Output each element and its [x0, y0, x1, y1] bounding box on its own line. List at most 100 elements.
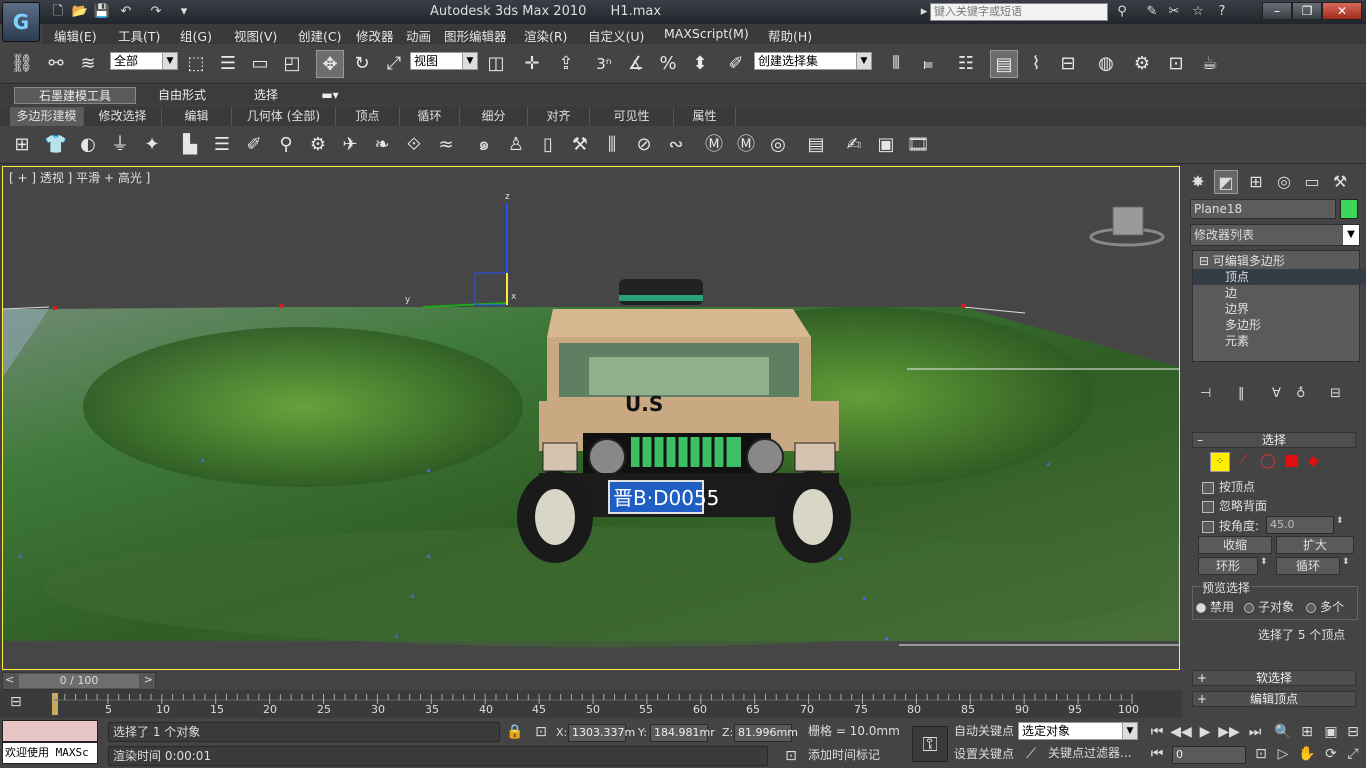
menu-help[interactable]: 帮助(H) [768, 26, 812, 45]
subtab-visibility[interactable]: 可见性 [590, 107, 674, 126]
ring-spinner-icon[interactable]: ⬍ [1260, 557, 1268, 567]
y-coordinate-field[interactable]: 184.981mr [650, 724, 715, 742]
pin-stack-icon[interactable]: ⊣ [1200, 386, 1211, 401]
tab-graphite-modeling-tools[interactable]: 石墨建模工具 [14, 87, 136, 104]
object-name-input[interactable]: Plane18 [1190, 199, 1336, 219]
redo-icon[interactable]: ↷ [146, 3, 166, 21]
loop-spinner-icon[interactable]: ⬍ [1342, 557, 1350, 567]
align-icon[interactable]: ⫢ [914, 50, 942, 78]
zoom-extents-icon[interactable]: ▣ [1320, 722, 1342, 742]
stack-icon[interactable]: ⊞ [8, 131, 36, 159]
time-slider[interactable]: < 0 / 100 > [2, 672, 156, 690]
key-filters-button[interactable]: 关键点过滤器... [1044, 744, 1140, 764]
subtab-vertices[interactable]: 顶点 [336, 107, 400, 126]
modify-tab-icon[interactable]: ◩ [1214, 170, 1238, 194]
time-tag-icon[interactable]: ⊡ [780, 746, 802, 766]
ignore-backfacing-checkbox[interactable]: 忽略背面 [1202, 497, 1267, 514]
document-icon[interactable]: ▤ [802, 131, 830, 159]
time-slider-prev-icon[interactable]: < [5, 673, 14, 686]
perspective-viewport[interactable]: z y x U.S 晋B·D0055 [+] 透视] 平滑 + 高光] [2, 166, 1180, 670]
create-tab-icon[interactable]: ✸ [1186, 170, 1210, 194]
edit-vertices-rollout-title[interactable]: + 编辑顶点 [1192, 691, 1356, 707]
stack-item-element[interactable]: 元素 [1193, 333, 1366, 349]
magnet-icon[interactable]: ⚲ [272, 131, 300, 159]
mirror-icon[interactable]: ⫴ [882, 50, 910, 78]
vehicle-roof[interactable] [547, 309, 811, 337]
render-image-icon[interactable]: ▣ [872, 131, 900, 159]
swirl-icon[interactable]: ๑ [470, 131, 498, 159]
make-unique-icon[interactable]: ∀ [1272, 386, 1281, 401]
stack-item-border[interactable]: 边界 [1193, 301, 1366, 317]
soft-selection-rollout-title[interactable]: + 软选择 [1192, 670, 1356, 686]
hammer-icon[interactable]: ⚒ [566, 131, 594, 159]
rendered-frame-window-icon[interactable]: ⊡ [1162, 50, 1190, 78]
x-coordinate-field[interactable]: 1303.337m [568, 724, 635, 742]
stack-root-editable-poly[interactable]: ⊟ 可编辑多边形 [1193, 253, 1365, 269]
communication-center-icon[interactable]: ✎ [1142, 3, 1162, 21]
menu-modifiers[interactable]: 修改器 [356, 26, 394, 45]
wave-icon[interactable]: ≈ [432, 131, 460, 159]
preview-multi-radio[interactable]: 多个 [1306, 598, 1344, 615]
menu-create[interactable]: 创建(C) [298, 26, 341, 45]
select-manipulate-icon[interactable]: ✛ [518, 50, 546, 78]
curve-icon[interactable]: ∾ [662, 131, 690, 159]
hierarchy-tab-icon[interactable]: ⊞ [1244, 170, 1268, 194]
percent-snap-icon[interactable]: % [654, 50, 682, 78]
add-time-tag-button[interactable]: 添加时间标记 [804, 746, 904, 766]
undo-icon[interactable]: ↶ [116, 3, 136, 21]
maxscript-listener-mini[interactable] [2, 720, 98, 742]
menu-edit[interactable]: 编辑(E) [54, 26, 97, 45]
curve-editor-icon[interactable]: ⌇ [1022, 50, 1050, 78]
subtab-modify-selection[interactable]: 修改选择 [84, 107, 162, 126]
field-of-view-icon[interactable]: ▷ [1272, 744, 1294, 764]
time-slider-next-icon[interactable]: > [144, 673, 153, 686]
motion-tab-icon[interactable]: ◎ [1272, 170, 1296, 194]
restore-button[interactable]: ❐ [1292, 2, 1322, 20]
figure-icon[interactable]: ♙ [502, 131, 530, 159]
circle-slash-icon[interactable]: ⊘ [630, 131, 658, 159]
set-key-button[interactable]: 设置关键点 [950, 745, 1018, 765]
search-input[interactable]: 键入关键字或短语 [930, 3, 1108, 21]
by-angle-checkbox[interactable]: 按角度: [1202, 517, 1259, 534]
menu-maxscript[interactable]: MAXScript(M) [664, 26, 749, 41]
star-icon[interactable]: ✦ [138, 131, 166, 159]
select-and-link-icon[interactable]: ⛓ [8, 50, 36, 78]
morph-icon[interactable]: Ⓜ [700, 131, 728, 159]
minimize-button[interactable]: – [1262, 2, 1292, 20]
leaf-icon[interactable]: ❧ [368, 131, 396, 159]
reference-coordinate-dropdown[interactable]: 视图 ▼ [410, 52, 478, 70]
utilities-tab-icon[interactable]: ⚒ [1328, 170, 1352, 194]
element-mode-icon[interactable]: ◆ [1308, 453, 1319, 469]
spare-tire[interactable] [619, 279, 703, 305]
vertex-mode-icon[interactable]: ⁘ [1210, 452, 1230, 472]
menu-tools[interactable]: 工具(T) [118, 26, 160, 45]
keyboard-shortcut-override-icon[interactable]: ⇪ [552, 50, 580, 78]
open-file-icon[interactable]: 📂 [70, 3, 90, 21]
paper-icon[interactable]: ▯ [534, 131, 562, 159]
tab-freeform[interactable]: 自由形式 [142, 87, 222, 104]
next-frame-icon[interactable]: ▶▶ [1218, 722, 1240, 742]
spiral-icon[interactable]: ◎ [764, 131, 792, 159]
track-bar[interactable]: ⊟ 5 10 15 20 25 30 35 40 45 50 55 60 65 … [0, 690, 1182, 718]
tab-selection[interactable]: 选择 [236, 87, 296, 104]
object-color-swatch[interactable] [1340, 199, 1358, 219]
app-menu-logo-icon[interactable]: G [2, 2, 40, 42]
favorites-star-icon[interactable]: ☆ [1188, 3, 1208, 21]
menu-rendering[interactable]: 渲染(R) [524, 26, 567, 45]
sphere-icon[interactable]: ◐ [74, 131, 102, 159]
layer-manager-icon[interactable]: ☷ [952, 50, 980, 78]
save-icon[interactable]: 💾 [92, 3, 112, 21]
stack-item-vertex[interactable]: 顶点 [1193, 269, 1366, 285]
pin-stack-icon[interactable]: ⏚ [106, 131, 134, 159]
named-selection-sets-dropdown[interactable]: 创建选择集 ▼ [754, 52, 872, 70]
gear-icon[interactable]: ⚙ [304, 131, 332, 159]
loop-button[interactable]: 循环 [1276, 557, 1340, 575]
pivot-center-icon[interactable]: ◫ [482, 50, 510, 78]
subtab-geometry-all[interactable]: 几何体 (全部) [232, 107, 336, 126]
subtab-align[interactable]: 对齐 [528, 107, 590, 126]
frame-display[interactable]: 0 / 100 [19, 674, 139, 688]
render-production-icon[interactable]: ☕ [1196, 50, 1224, 78]
display-tab-icon[interactable]: ▭ [1300, 170, 1324, 194]
new-file-icon[interactable]: 🗋 [48, 3, 68, 21]
spinner-icon[interactable]: ⬍ [1336, 516, 1344, 526]
